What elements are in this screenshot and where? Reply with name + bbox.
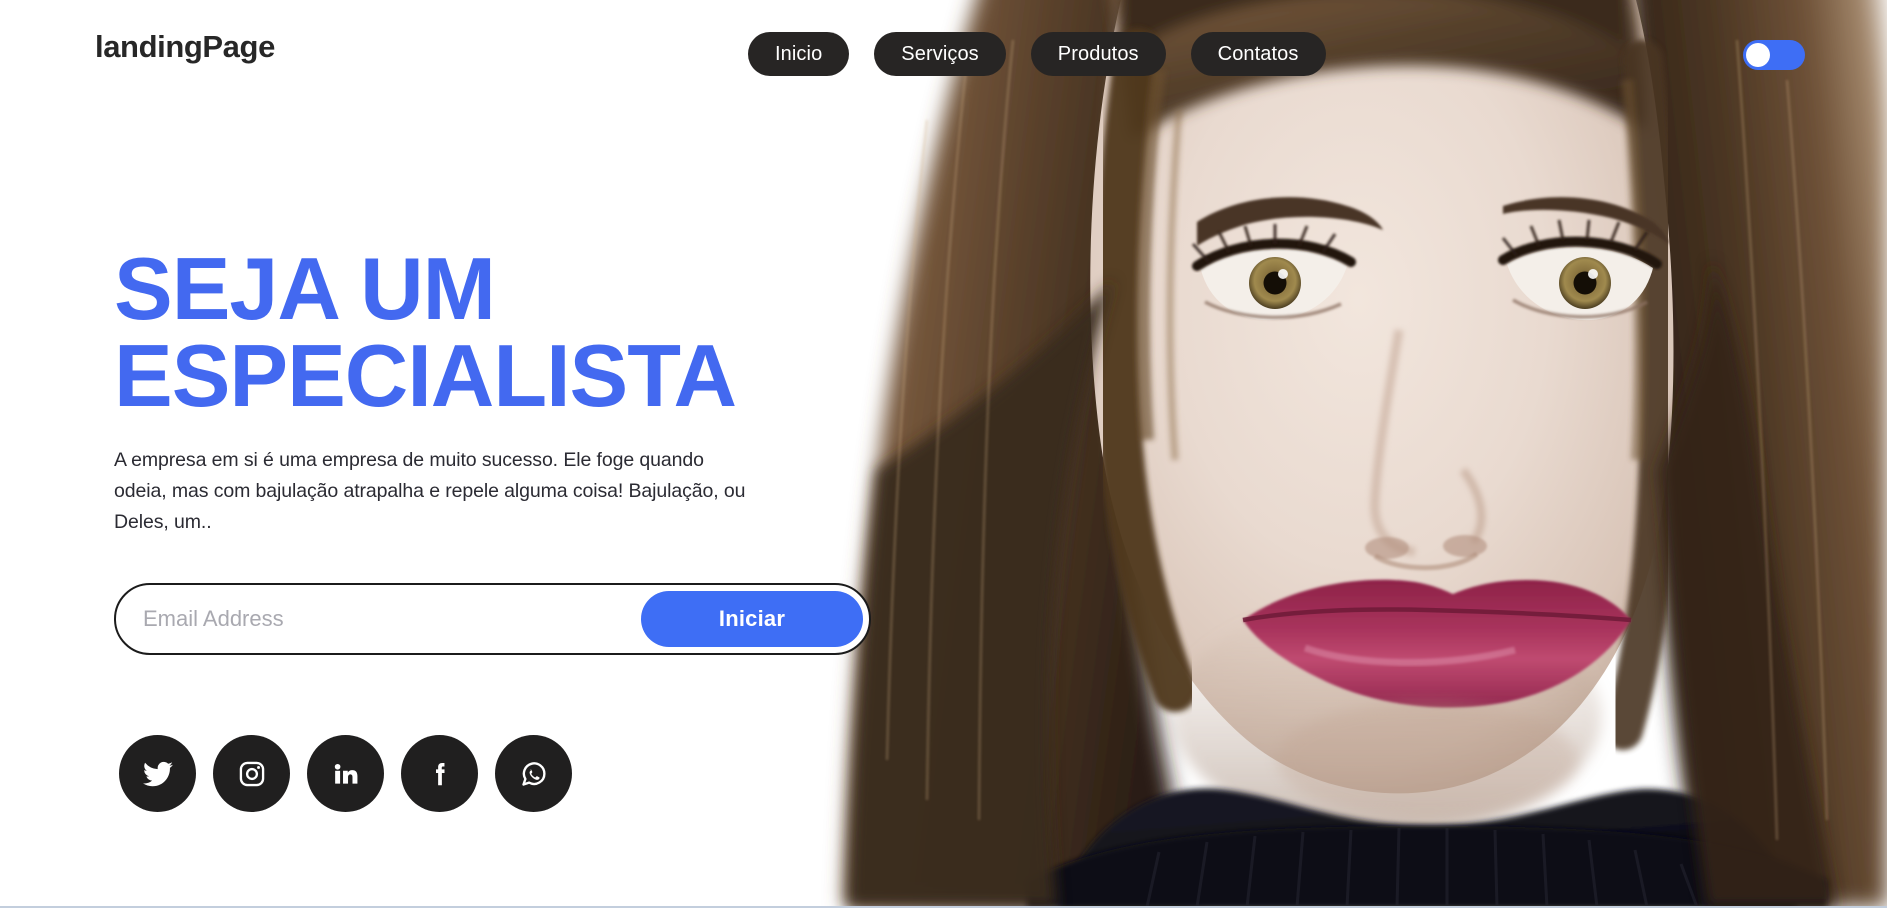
- nav-item-inicio[interactable]: Inicio: [748, 32, 850, 76]
- iniciar-button[interactable]: Iniciar: [641, 591, 863, 647]
- twitter-icon[interactable]: [119, 735, 196, 812]
- nav-item-produtos[interactable]: Produtos: [1030, 32, 1166, 76]
- hero-portrait-image: [727, 0, 1887, 907]
- hero-paragraph: A empresa em si é uma empresa de muito s…: [114, 449, 746, 534]
- social-links: [119, 735, 572, 812]
- nav-item-servicos[interactable]: Serviços: [874, 32, 1006, 76]
- page-title: SEJA UM ESPECIALISTA: [114, 239, 737, 426]
- toggle-knob: [1746, 43, 1770, 67]
- bottom-divider: [0, 906, 1887, 908]
- email-input[interactable]: [116, 589, 641, 649]
- whatsapp-icon[interactable]: [495, 735, 572, 812]
- landing-page: landingPage Inicio Serviços Produtos Con…: [0, 0, 1887, 913]
- toggle-track: [1743, 40, 1805, 70]
- nav-item-contatos[interactable]: Contatos: [1190, 32, 1326, 76]
- top-navbar: landingPage Inicio Serviços Produtos Con…: [0, 0, 1887, 92]
- brand-logo[interactable]: landingPage: [95, 29, 275, 64]
- facebook-icon[interactable]: [401, 735, 478, 812]
- signup-form: Iniciar: [114, 583, 871, 655]
- nav-links: Inicio Serviços Produtos Contatos: [748, 32, 1326, 76]
- hero-section: SEJA UM ESPECIALISTA A empresa em si é u…: [114, 239, 874, 538]
- linkedin-icon[interactable]: [307, 735, 384, 812]
- instagram-icon[interactable]: [213, 735, 290, 812]
- theme-toggle-switch[interactable]: [1743, 40, 1805, 70]
- bottom-strip: [0, 908, 1887, 913]
